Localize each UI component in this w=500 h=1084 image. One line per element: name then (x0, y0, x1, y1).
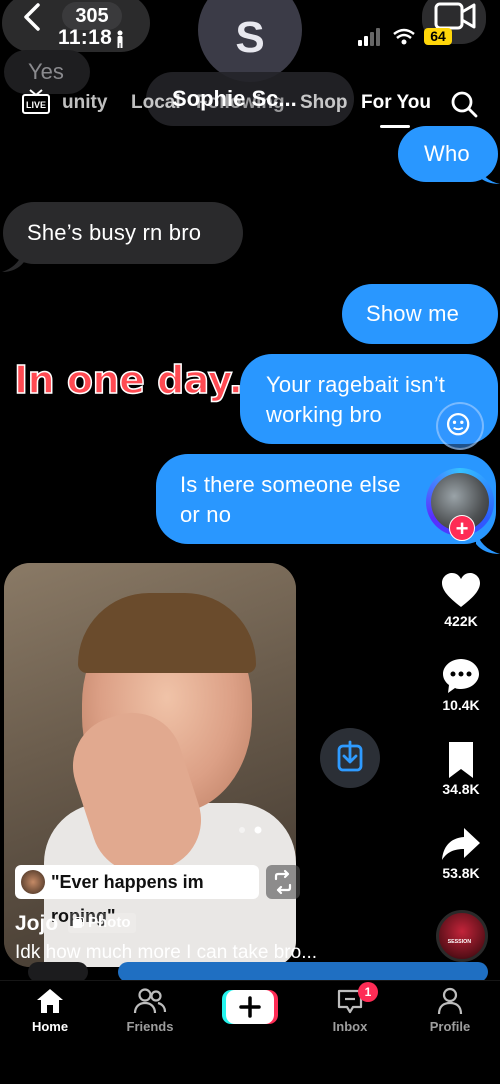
repost-button[interactable] (266, 865, 300, 899)
download-icon (337, 740, 363, 772)
message-text: Show me (366, 301, 460, 326)
comment-count: 10.4K (442, 697, 480, 713)
message-text: Who (424, 141, 470, 166)
home-icon (37, 989, 63, 1013)
nav-inbox-label: Inbox (332, 1019, 368, 1034)
post-photo[interactable] (4, 563, 296, 967)
create-post-button[interactable] (222, 988, 278, 1026)
nav-profile-label: Profile (429, 1019, 471, 1034)
carousel-dots (239, 826, 262, 834)
tab-for-you[interactable]: For You (361, 92, 431, 114)
active-tab-indicator (380, 125, 410, 128)
like-count: 422K (444, 613, 478, 629)
sound-disc-label: SESSION (448, 939, 472, 945)
nav-home-label: Home (31, 1019, 69, 1034)
partial-bubble (118, 962, 488, 982)
contact-avatar[interactable]: S (198, 0, 302, 82)
back-chevron-icon[interactable] (22, 2, 42, 32)
bubble-tail (2, 248, 24, 272)
nav-friends-label: Friends (126, 1019, 174, 1034)
contact-name: Sophie Sc... (172, 86, 297, 111)
partial-bubble (28, 962, 88, 982)
bubble-tail (476, 530, 500, 554)
download-button[interactable] (320, 728, 380, 788)
message-text: She’s busy rn bro (27, 220, 202, 245)
live-label: LIVE (26, 100, 46, 110)
post-caption[interactable]: Idk how much more I can take bro... (15, 942, 317, 964)
person-icon (117, 30, 123, 48)
svg-text:SESSION: SESSION (448, 939, 472, 945)
comment-icon[interactable] (440, 656, 482, 696)
repost-icon (274, 869, 292, 895)
message-text-line: Your ragebait isn’t (266, 372, 446, 397)
heart-icon[interactable] (440, 571, 482, 611)
post-username[interactable]: Jojo (15, 912, 58, 936)
live-icon[interactable]: LIVE (20, 88, 52, 116)
video-overlay-text: In one day. (13, 357, 243, 403)
inbox-notification-badge: 1 (358, 982, 378, 1002)
message-bubble-sent: Show me (342, 284, 498, 344)
status-time: 11:18 (58, 26, 113, 49)
battery-indicator: 64 (424, 28, 452, 45)
tab-shop[interactable]: Shop (300, 92, 348, 114)
profile-icon (437, 987, 463, 1015)
share-icon[interactable] (440, 824, 482, 864)
share-count: 53.8K (442, 865, 480, 881)
search-icon[interactable] (450, 90, 478, 118)
photo-mode-icon (73, 917, 84, 928)
nav-profile[interactable]: Profile (410, 987, 490, 1034)
nav-inbox[interactable]: Inbox (310, 987, 390, 1034)
sticker-button[interactable] (436, 402, 484, 450)
smiley-icon (446, 412, 470, 436)
save-count: 34.8K (442, 781, 480, 797)
sound-disc[interactable]: SESSION (436, 910, 488, 962)
nav-friends[interactable]: Friends (110, 987, 190, 1034)
nav-home[interactable]: Home (10, 987, 90, 1034)
bookmark-icon[interactable] (440, 740, 482, 780)
quote-sticker[interactable]: "Ever happens im roping" (15, 865, 259, 926)
follow-plus-icon[interactable]: + (449, 515, 475, 541)
tab-community[interactable]: unity (62, 92, 107, 114)
friends-icon (133, 988, 167, 1014)
quote-avatar (21, 870, 45, 894)
message-bubble-received: She’s busy rn bro (3, 202, 243, 264)
bubble-tail (478, 164, 500, 184)
